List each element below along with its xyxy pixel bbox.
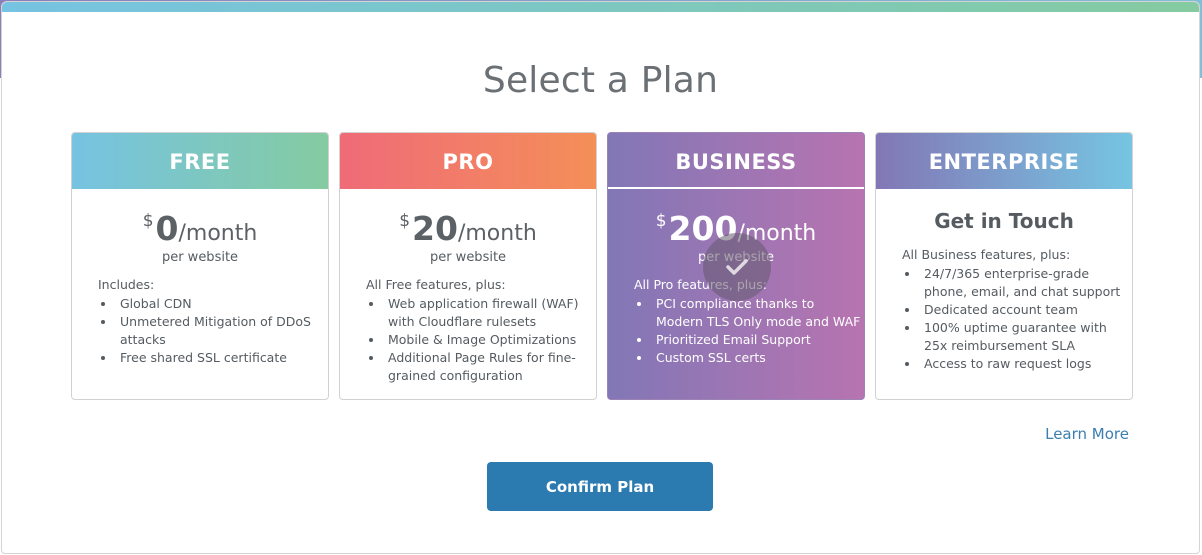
currency-symbol: $ [655,211,667,231]
feature-item: Free shared SSL certificate [116,349,328,367]
plan-price: $20/month [340,209,596,248]
feature-list: Global CDN Unmetered Mitigation of DDoS … [116,295,328,367]
plan-modal: Select a Plan FREE $0/month per website … [1,1,1200,554]
price-amount: 20 [412,209,458,248]
currency-symbol: $ [142,211,154,231]
feature-item: Unmetered Mitigation of DDoS attacks [116,313,328,349]
price-period: /month [178,221,258,246]
confirm-plan-button[interactable]: Confirm Plan [487,462,713,511]
feature-list: PCI compliance thanks to Modern TLS Only… [652,295,864,367]
plan-card-business[interactable]: BUSINESS $200/month per website All Pro … [607,132,865,400]
plan-headline: Get in Touch [934,209,1074,233]
plan-card-pro[interactable]: PRO $20/month per website All Free featu… [339,132,597,400]
price-amount: 0 [155,209,179,248]
feature-list: Web application firewall (WAF) with Clou… [384,295,596,385]
feature-item: Dedicated account team [920,301,1132,319]
feature-list: 24/7/365 enterprise-grade phone, email, … [920,265,1132,373]
selected-indicator [703,233,771,301]
plan-header: ENTERPRISE [876,133,1132,189]
plan-list: FREE $0/month per website Includes: Glob… [71,132,1133,400]
plan-card-free[interactable]: FREE $0/month per website Includes: Glob… [71,132,329,400]
price-period: /month [457,221,537,246]
check-icon [726,259,748,275]
plan-header: PRO [340,133,596,189]
feature-item: Prioritized Email Support [652,331,864,349]
plan-header: BUSINESS [608,133,864,189]
feature-item: 24/7/365 enterprise-grade phone, email, … [920,265,1132,301]
plan-price: $0/month [72,209,328,248]
learn-more-link[interactable]: Learn More [1045,425,1129,443]
feature-item: Custom SSL certs [652,349,864,367]
features-intro: All Business features, plus: [902,247,1071,262]
modal-topbar [2,2,1199,12]
price-subtext: per website [429,250,507,265]
currency-symbol: $ [399,211,411,231]
price-subtext: per website [161,250,239,265]
feature-item: Access to raw request logs [920,355,1132,373]
feature-item: Mobile & Image Optimizations [384,331,596,349]
features-intro: All Free features, plus: [366,277,506,292]
feature-item: PCI compliance thanks to Modern TLS Only… [652,295,864,331]
feature-item: Web application firewall (WAF) with Clou… [384,295,596,331]
plan-card-enterprise[interactable]: ENTERPRISE Get in Touch All Business fea… [875,132,1133,400]
page-title: Select a Plan [482,60,719,101]
feature-item: 100% uptime guarantee with 25x reimburse… [920,319,1132,355]
feature-item: Additional Page Rules for fine-grained c… [384,349,596,385]
features-intro: Includes: [98,277,155,292]
plan-header: FREE [72,133,328,189]
feature-item: Global CDN [116,295,328,313]
